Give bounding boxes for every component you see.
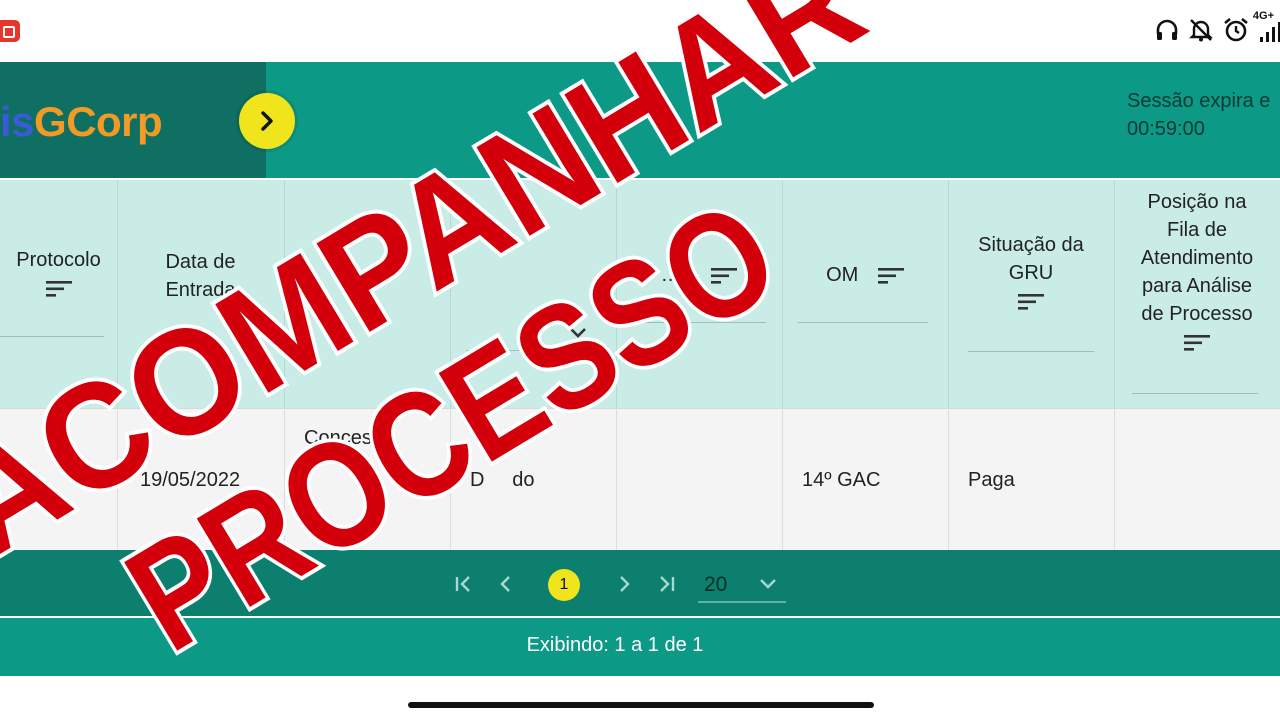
home-indicator[interactable]	[408, 702, 874, 708]
column-divider	[782, 408, 783, 550]
menu-toggle-button[interactable]	[239, 93, 295, 149]
bottom-area	[0, 676, 1280, 720]
filter-underline	[968, 351, 1094, 352]
previous-page-button[interactable]	[492, 570, 520, 598]
chevron-down-icon	[760, 579, 776, 589]
column-header-col5[interactable]: …o	[616, 261, 782, 289]
last-page-icon	[660, 576, 675, 592]
cell-status: D do	[470, 469, 535, 491]
column-divider	[450, 180, 451, 408]
column-header-situacao-gru[interactable]: Situação da GRU	[948, 231, 1114, 311]
column-divider	[284, 180, 285, 408]
column-divider	[782, 180, 783, 408]
filter-underline	[632, 322, 766, 323]
alarm-icon	[1224, 17, 1248, 42]
chevron-left-icon	[500, 576, 510, 592]
last-page-button[interactable]	[652, 570, 680, 598]
record-icon	[0, 20, 20, 42]
filter-underline	[798, 322, 928, 323]
next-page-button[interactable]	[610, 570, 638, 598]
column-divider	[284, 408, 285, 550]
chevron-right-icon	[261, 111, 273, 131]
cell-situacao-gru: Paga	[968, 469, 1015, 491]
column-header-protocolo[interactable]: Protocolo	[0, 246, 117, 298]
current-page-button[interactable]: 1	[548, 569, 580, 601]
column-divider	[1114, 408, 1115, 550]
sort-icon[interactable]	[1018, 293, 1044, 311]
page-size-select[interactable]: 20	[698, 571, 786, 603]
app-logo: isGCorp	[0, 98, 163, 145]
first-page-button[interactable]	[450, 570, 478, 598]
first-page-icon	[455, 576, 470, 592]
column-header-om[interactable]: OM	[782, 261, 948, 289]
column-divider	[948, 408, 949, 550]
sort-icon[interactable]	[1184, 334, 1210, 352]
chevron-right-icon	[620, 576, 630, 592]
cell-data-entrada: 19/05/2022	[140, 469, 241, 491]
paginator	[0, 550, 1280, 616]
network-type-label: 4G+	[1252, 10, 1274, 22]
cell-om: 14º GAC	[802, 469, 881, 491]
filter-underline	[0, 336, 104, 337]
column-divider	[117, 408, 118, 550]
column-header-posicao-fila[interactable]: Posição na Fila de Atendimento para Anál…	[1114, 188, 1280, 352]
session-label: Sessão expira e	[1127, 90, 1271, 112]
page-size-value: 20	[704, 573, 728, 596]
sort-icon[interactable]	[45, 280, 72, 298]
column-divider	[616, 408, 617, 550]
column-divider	[616, 180, 617, 408]
column-header-data-entrada[interactable]: Data de Entrada	[117, 248, 284, 304]
results-count: Exibindo: 1 a 1 de 1	[526, 634, 704, 656]
session-countdown: 00:59:00	[1127, 118, 1205, 140]
column-divider	[450, 408, 451, 550]
cell-servico: Concess	[304, 427, 382, 449]
headphones-icon	[1156, 19, 1178, 40]
session-timer: Sessão expira e 00:59:00	[1127, 87, 1270, 143]
bell-off-icon	[1189, 19, 1213, 42]
filter-underline	[1132, 393, 1258, 394]
sort-icon[interactable]	[711, 267, 738, 285]
chevron-down-icon[interactable]	[568, 326, 588, 340]
sort-icon[interactable]	[877, 267, 904, 285]
filter-underline	[466, 350, 598, 351]
app-header	[0, 62, 1280, 178]
status-bar: 4G+	[0, 0, 1280, 60]
